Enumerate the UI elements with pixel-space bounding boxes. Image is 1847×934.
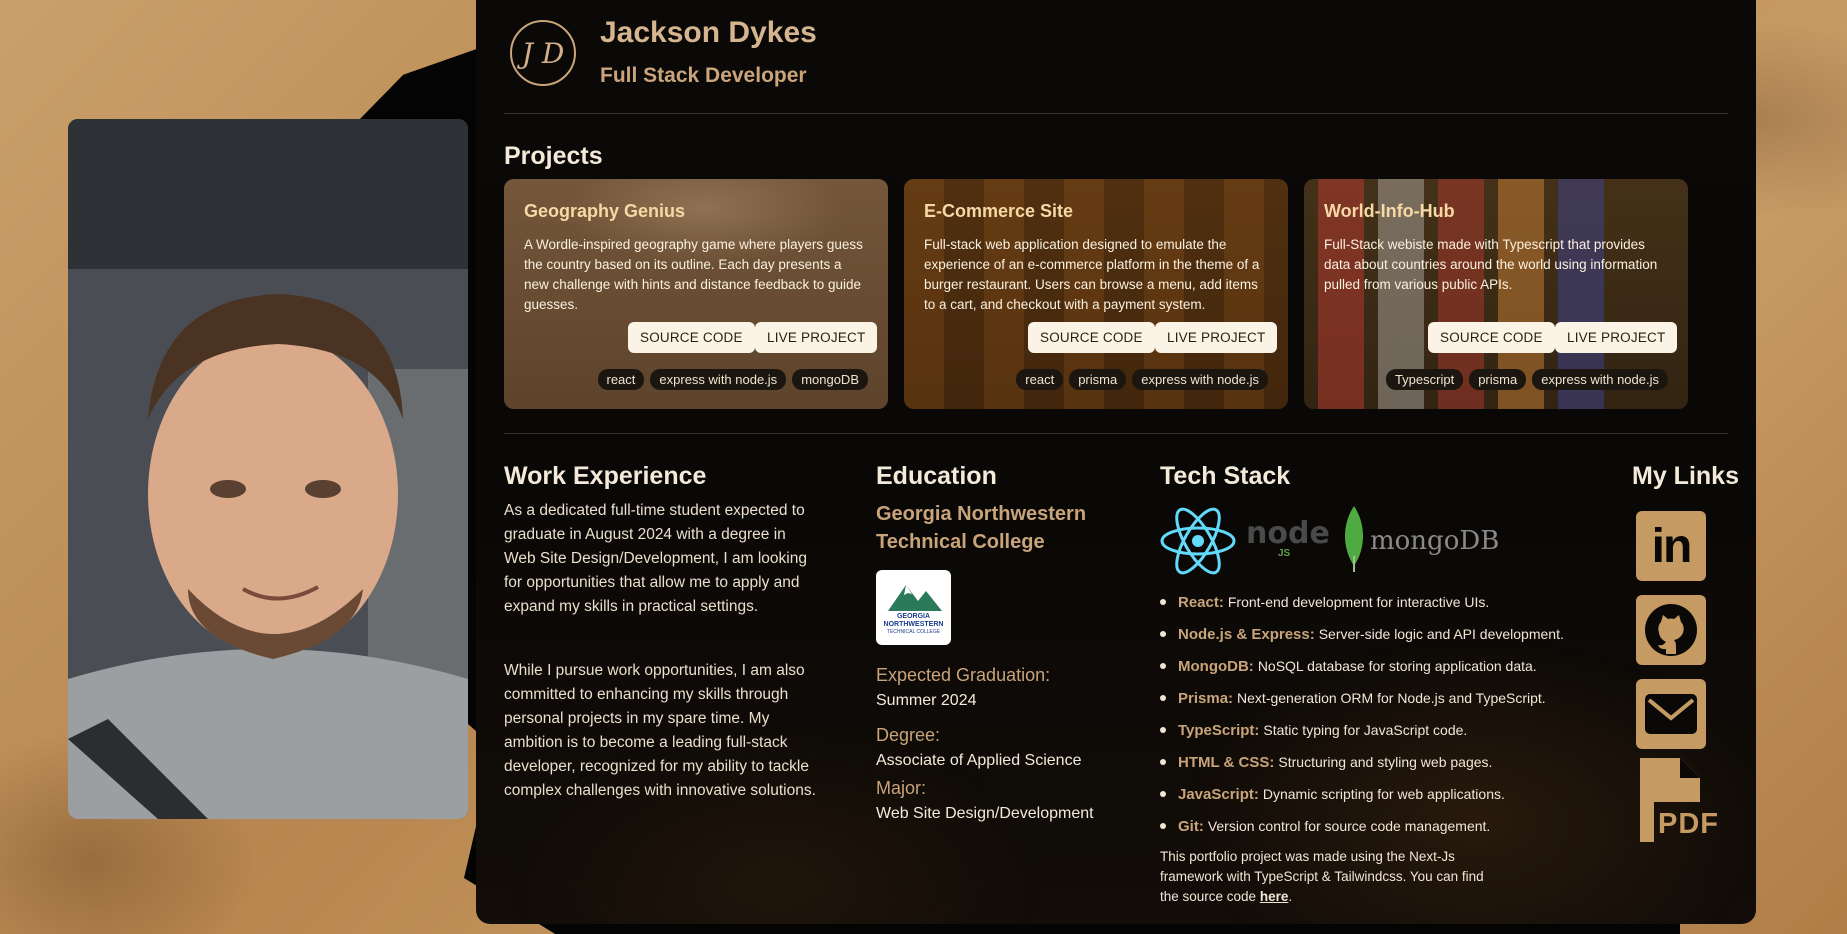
- nodejs-icon-sub: JS: [1278, 548, 1291, 559]
- live-project-button[interactable]: LIVE PROJECT: [1155, 322, 1278, 353]
- project-description: A Wordle-inspired geography game where p…: [524, 237, 863, 312]
- project-description: Full-stack web application designed to e…: [924, 237, 1260, 312]
- tag: prisma: [1069, 369, 1127, 390]
- list-item: JavaScript: Dynamic scripting for web app…: [1160, 778, 1564, 810]
- list-item: Git: Version control for source code mana…: [1160, 810, 1564, 842]
- source-code-link[interactable]: here: [1260, 889, 1289, 904]
- major-value: Web Site Design/Development: [876, 805, 1094, 822]
- college-logo: GEORGIA NORTHWESTERN TECHNICAL COLLEGE: [876, 570, 951, 645]
- mongodb-wordmark: mongoDB: [1370, 526, 1500, 556]
- list-item: MongoDB: NoSQL database for storing appli…: [1160, 650, 1564, 682]
- nodejs-icon-text: node: [1246, 516, 1330, 551]
- subtitle: Full Stack Developer: [600, 64, 807, 87]
- email-icon[interactable]: [1636, 679, 1706, 749]
- work-paragraph: While I pursue work opportunities, I am …: [504, 662, 816, 799]
- page-title: Jackson Dykes: [600, 16, 817, 49]
- linkedin-icon[interactable]: in: [1636, 511, 1706, 581]
- logo-line: GEORGIA: [896, 613, 931, 620]
- list-item: HTML & CSS: Structuring and styling web p…: [1160, 746, 1564, 778]
- pdf-icon-text: PDF: [1658, 808, 1719, 840]
- footnote: This portfolio project was made using th…: [1160, 849, 1484, 904]
- project-title: World-Info-Hub: [1324, 201, 1455, 221]
- list-item: Node.js & Express: Server-side logic and …: [1160, 618, 1564, 650]
- project-card-ecommerce[interactable]: E-Commerce Site Full-stack web applicati…: [904, 179, 1288, 409]
- project-title: Geography Genius: [524, 201, 686, 221]
- list-item: React: Front-end development for interact…: [1160, 586, 1564, 618]
- mongodb-leaf-icon: [1345, 506, 1363, 572]
- tag: react: [597, 369, 645, 390]
- profile-photo: [68, 119, 468, 819]
- project-card-world-info-hub[interactable]: World-Info-Hub Full-Stack webiste made w…: [1304, 179, 1688, 409]
- tag: mongoDB: [792, 369, 868, 390]
- graduation-value: Summer 2024: [876, 692, 977, 709]
- divider: [504, 113, 1728, 114]
- nodejs-icon: node JS: [1246, 516, 1330, 566]
- tag: react: [1016, 369, 1064, 390]
- logo-line: TECHNICAL COLLEGE: [886, 629, 941, 635]
- degree-value: Associate of Applied Science: [876, 752, 1082, 769]
- list-item: TypeScript: Static typing for JavaScript …: [1160, 714, 1564, 746]
- live-project-button[interactable]: LIVE PROJECT: [1555, 322, 1678, 353]
- work-paragraph: As a dedicated full-time student expecte…: [504, 502, 807, 615]
- github-icon[interactable]: [1636, 595, 1706, 665]
- project-card-geography-genius[interactable]: Geography Genius A Wordle-inspired geogr…: [504, 179, 888, 409]
- tag: Typescript: [1385, 369, 1464, 390]
- project-title: E-Commerce Site: [924, 201, 1074, 221]
- mountain-icon: [887, 585, 942, 611]
- source-code-button[interactable]: SOURCE CODE: [1428, 322, 1555, 353]
- tech-stack-list: React: Front-end development for interact…: [1160, 586, 1564, 842]
- work-experience-heading: Work Experience: [504, 462, 707, 490]
- list-item: Prisma: Next-generation ORM for Node.js a…: [1160, 682, 1564, 714]
- logo-line: NORTHWESTERN: [883, 621, 944, 628]
- tag: express with node.js: [1532, 369, 1668, 390]
- degree-label: Degree:: [876, 725, 941, 745]
- graduation-label: Expected Graduation:: [876, 665, 1051, 685]
- school-name: Georgia Northwestern Technical College: [876, 503, 1087, 553]
- tag: express with node.js: [650, 369, 787, 390]
- react-icon: [1160, 507, 1236, 575]
- jd-monogram-logo[interactable]: J D: [510, 20, 576, 86]
- major-label: Major:: [876, 778, 927, 798]
- tag: prisma: [1469, 369, 1527, 390]
- tech-stack-heading: Tech Stack: [1160, 462, 1291, 490]
- divider: [504, 433, 1728, 434]
- source-code-button[interactable]: SOURCE CODE: [628, 322, 755, 353]
- pdf-icon[interactable]: PDF: [1636, 758, 1720, 844]
- project-description: Full-Stack webiste made with Typescript …: [1324, 237, 1658, 292]
- my-links-heading: My Links: [1632, 462, 1739, 490]
- projects-heading: Projects: [504, 142, 603, 170]
- tag: express with node.js: [1132, 369, 1268, 390]
- education-heading: Education: [876, 462, 997, 490]
- source-code-button[interactable]: SOURCE CODE: [1028, 322, 1155, 353]
- live-project-button[interactable]: LIVE PROJECT: [755, 322, 878, 353]
